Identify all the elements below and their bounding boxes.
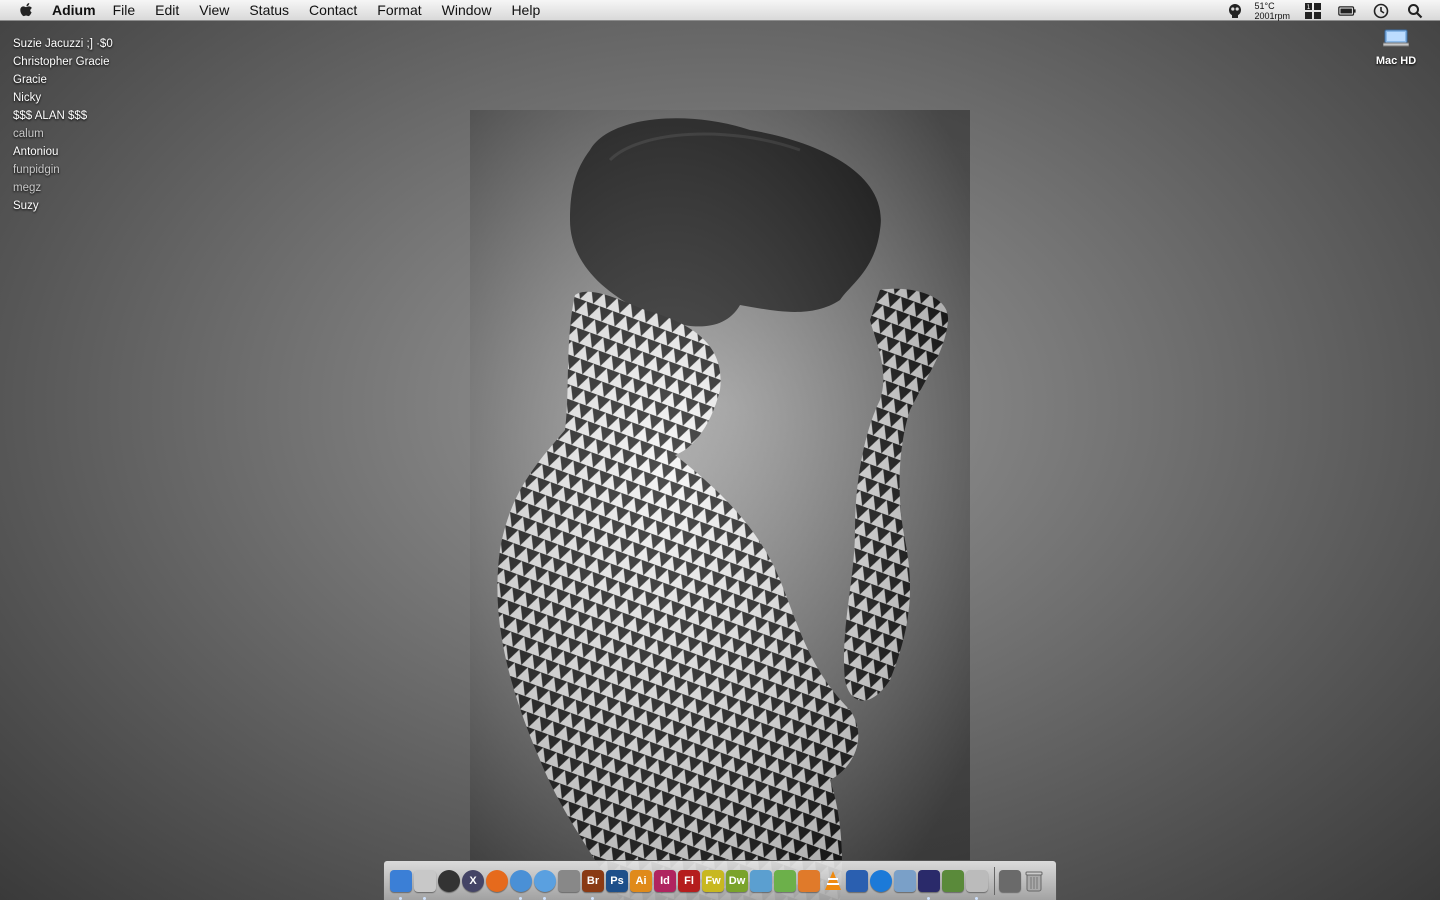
battery-icon[interactable] xyxy=(1338,2,1356,20)
dock-separator xyxy=(994,866,995,895)
twitter-bird-icon[interactable] xyxy=(774,869,796,892)
contact-item[interactable]: Nicky xyxy=(13,89,113,107)
apple-icon[interactable] xyxy=(18,1,36,19)
menu-app-adium[interactable]: Adium xyxy=(52,0,96,21)
safari-icon[interactable] xyxy=(510,869,532,900)
flash-icon[interactable]: Fl xyxy=(678,869,700,892)
menu-bar: Adium File Edit View Status Contact Form… xyxy=(0,0,1440,21)
penguin-icon[interactable] xyxy=(918,869,940,900)
bridge-label: Br xyxy=(586,874,600,887)
dreamweaver-label: Dw xyxy=(728,874,746,887)
svg-text:1: 1 xyxy=(1307,4,1311,11)
rpm-text: 2001rpm xyxy=(1254,10,1290,21)
menu-extras: 51°C 2001rpm 1 xyxy=(1218,0,1440,21)
flash-label: Fl xyxy=(684,874,694,887)
fireworks-icon[interactable]: Fw xyxy=(702,869,724,892)
wallpaper-figure xyxy=(470,110,970,900)
indesign-label: Id xyxy=(660,874,670,887)
menu-file[interactable]: File xyxy=(113,0,136,21)
preview-icon[interactable] xyxy=(894,869,916,892)
contact-item[interactable]: Antoniou xyxy=(13,143,113,161)
running-indicator xyxy=(399,896,402,900)
desktop-drive[interactable]: Mac HD xyxy=(1372,28,1420,67)
adium-duck-icon[interactable] xyxy=(750,869,772,892)
transmit-icon[interactable] xyxy=(846,869,868,892)
quicktime-icon[interactable] xyxy=(870,869,892,892)
finder-icon[interactable] xyxy=(390,869,412,900)
running-indicator xyxy=(591,896,594,900)
dock: X Br Ps Ai Id Fl Fw Dw xyxy=(383,860,1057,900)
dashboard-icon[interactable] xyxy=(438,869,460,892)
spotlight-search-icon[interactable] xyxy=(1406,2,1424,20)
photoshop-label: Ps xyxy=(610,874,624,887)
contact-item[interactable]: Gracie xyxy=(13,71,113,89)
menu-format[interactable]: Format xyxy=(377,0,421,21)
time-machine-icon[interactable] xyxy=(1372,2,1390,20)
system-preferences-icon[interactable] xyxy=(558,869,580,892)
contact-item[interactable]: Suzie Jacuzzi ;] ·$0 xyxy=(13,35,113,53)
menu-contact[interactable]: Contact xyxy=(309,0,357,21)
menu-edit[interactable]: Edit xyxy=(155,0,179,21)
hard-drive-icon xyxy=(1382,29,1410,47)
indesign-icon[interactable]: Id xyxy=(654,869,676,892)
fan-monitor-icon[interactable] xyxy=(1226,2,1244,20)
scissors-icon[interactable] xyxy=(798,869,820,892)
fan-readout[interactable]: 51°C 2001rpm xyxy=(1254,1,1290,21)
contact-item[interactable]: Suzy xyxy=(13,197,113,215)
itunes-icon[interactable] xyxy=(534,869,556,900)
vlc-icon[interactable] xyxy=(822,870,844,892)
temperature-text: 51°C xyxy=(1254,0,1275,11)
contact-item[interactable]: $$$ ALAN $$$ xyxy=(13,107,113,125)
fireworks-label: Fw xyxy=(705,874,721,887)
photoshop-icon[interactable]: Ps xyxy=(606,869,628,892)
documents-stack-icon[interactable] xyxy=(999,869,1021,892)
menu-status[interactable]: Status xyxy=(249,0,289,21)
menu-window[interactable]: Window xyxy=(442,0,492,21)
xcode-icon[interactable]: X xyxy=(462,869,484,892)
trash-icon[interactable] xyxy=(1023,870,1045,892)
drive-label: Mac HD xyxy=(1375,55,1417,67)
running-indicator xyxy=(519,896,522,900)
illustrator-icon[interactable]: Ai xyxy=(630,869,652,892)
photos-icon[interactable] xyxy=(966,869,988,900)
contact-item[interactable]: funpidgin xyxy=(13,161,113,179)
spaces-icon[interactable]: 1 xyxy=(1304,2,1322,20)
running-indicator xyxy=(423,896,426,900)
bridge-icon[interactable]: Br xyxy=(582,869,604,900)
contact-list: Suzie Jacuzzi ;] ·$0 Christopher Gracie … xyxy=(13,35,113,215)
running-indicator xyxy=(543,896,546,900)
running-indicator xyxy=(927,896,930,900)
dreamweaver-icon[interactable]: Dw xyxy=(726,869,748,892)
running-indicator xyxy=(975,896,978,900)
contact-item[interactable]: calum xyxy=(13,125,113,143)
mail-stamp-icon[interactable] xyxy=(414,869,436,900)
hammer-icon[interactable] xyxy=(942,869,964,892)
contact-item[interactable]: megz xyxy=(13,179,113,197)
contact-item[interactable]: Christopher Gracie xyxy=(13,53,113,71)
menu-help[interactable]: Help xyxy=(511,0,540,21)
menu-view[interactable]: View xyxy=(199,0,229,21)
firefox-icon[interactable] xyxy=(486,869,508,892)
illustrator-label: Ai xyxy=(635,874,647,887)
